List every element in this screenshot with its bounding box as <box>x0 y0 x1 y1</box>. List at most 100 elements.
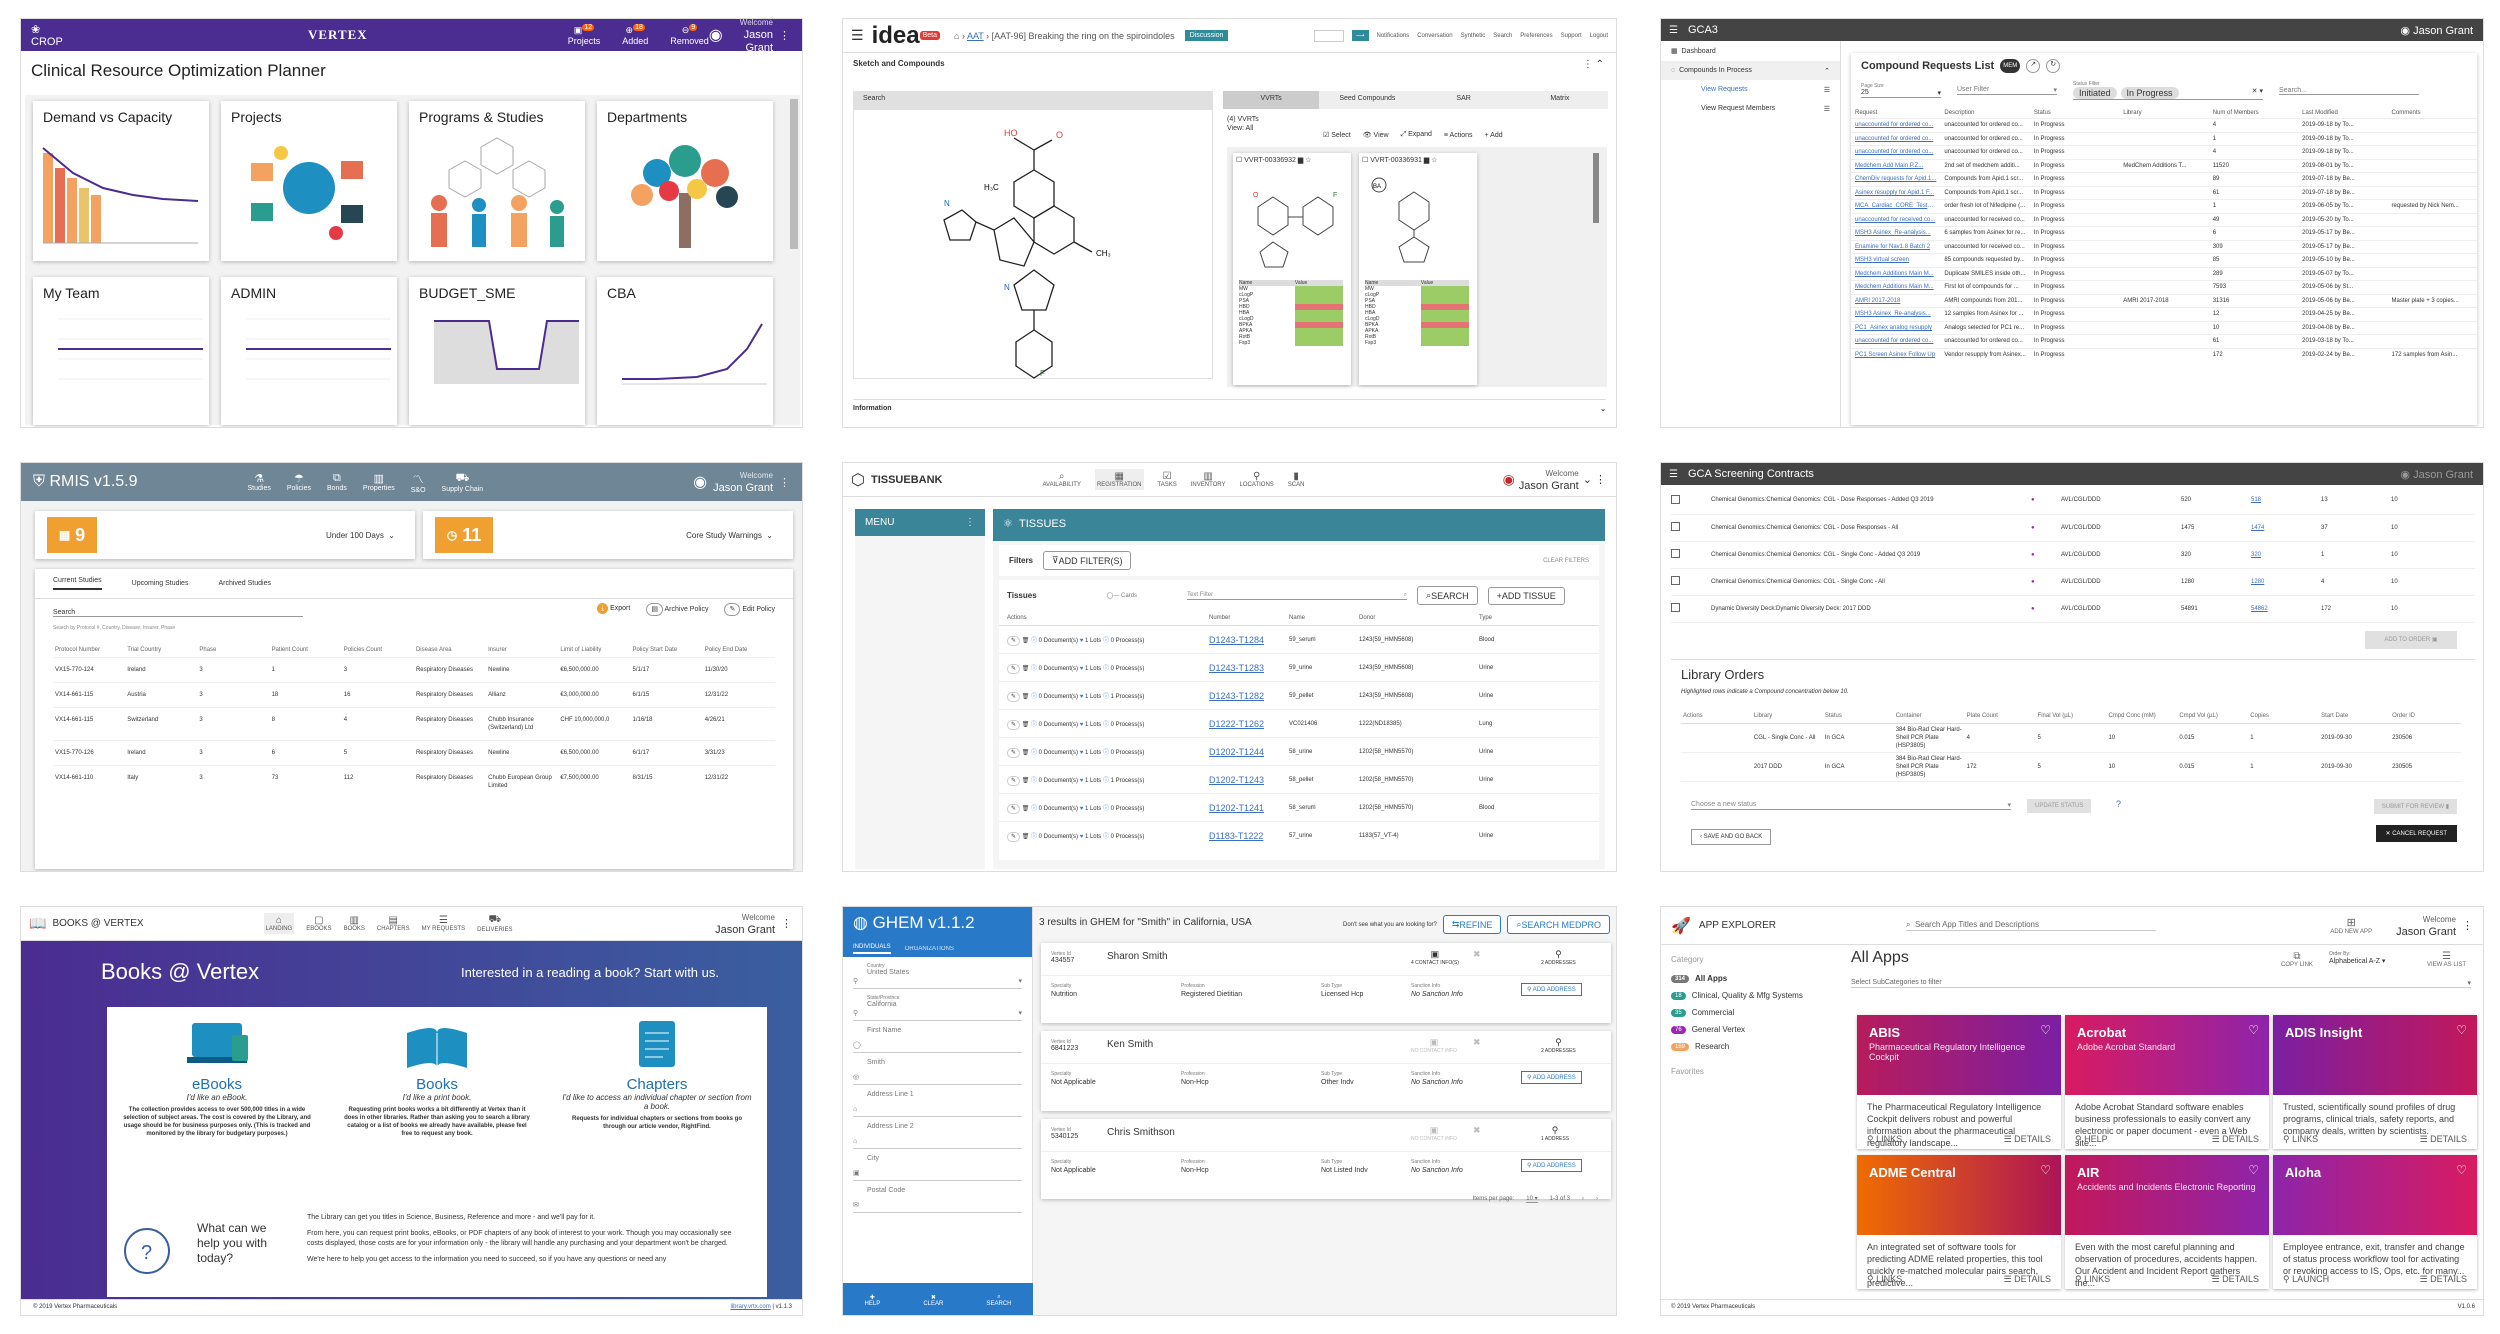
user-menu[interactable]: ◉ Jason Grant <box>2400 468 2473 481</box>
user-menu[interactable]: ◉ Welcome Jason Grant ⋮ <box>693 469 790 495</box>
scrollbar[interactable] <box>1593 153 1599 223</box>
search-field[interactable]: ◎ Smith <box>853 1059 1022 1085</box>
nav-locations[interactable]: ⚲ LOCATIONS <box>1240 471 1274 488</box>
add-filter-button[interactable]: ⊽ ADD FILTER(S) <box>1043 551 1132 570</box>
table-row[interactable]: ✎ 🗑 ⓘ 0 Document(s) ♥ 1 Lots ⓘ 0 Process… <box>999 737 1599 766</box>
delete-icon[interactable]: 🗑 <box>1022 834 1030 840</box>
go-button[interactable]: ⟶ <box>1351 30 1369 41</box>
kpi-select[interactable]: Core Study Warnings ⌄ <box>686 531 773 540</box>
nav-bonds[interactable]: ⧉ Bonds <box>327 472 347 492</box>
table-row[interactable]: PC1_Asinex analog resupply Analogs select… <box>1851 321 2477 335</box>
select-action[interactable]: ☑ Select <box>1323 131 1351 139</box>
compound-card-2[interactable]: ☐ VVRT-00336931 ▆ ☆ BA Name Value MW cLogP… <box>1359 153 1477 385</box>
column-header[interactable]: Order ID <box>2390 709 2461 724</box>
submit-for-review-button[interactable]: SUBMIT FOR REVIEW ▮ <box>2373 799 2457 814</box>
table-row[interactable]: Enamine for Nav1.8 Batch 2 unaccounted fo… <box>1851 240 2477 254</box>
table-row[interactable]: ✎ 🗑 ⓘ 0 Document(s) ♥ 1 Lots ⓘ 0 Process… <box>999 821 1599 850</box>
search-field[interactable]: ⌂ Address Line 1 <box>853 1091 1022 1117</box>
actions-menu[interactable]: ≡ Actions <box>1444 132 1473 139</box>
kpi-select[interactable]: Under 100 Days ⌄ <box>326 531 395 540</box>
menu-icon[interactable]: ☰ <box>1669 25 1678 36</box>
conversation-button[interactable]: Conversation <box>1417 33 1452 39</box>
tab-sar[interactable]: SAR <box>1416 91 1512 109</box>
help-icon[interactable]: ? <box>2116 799 2121 809</box>
search-tab[interactable]: Search <box>853 91 1213 109</box>
menu-header[interactable]: MENU ⋮ <box>855 509 985 536</box>
save-and-go-back-button[interactable]: ‹ SAVE AND GO BACK <box>1691 829 1772 845</box>
status-filter[interactable]: Status Filter Initiated In Progress ✕ ▾ <box>2073 81 2263 100</box>
edit-icon[interactable]: ✎ <box>1007 832 1021 843</box>
export-button[interactable]: ⤓ Export <box>597 603 630 614</box>
nav-availability[interactable]: ⌕ AVAILABILITY <box>1042 471 1080 488</box>
refine-button[interactable]: ⇆ REFINE <box>1442 915 1502 934</box>
delete-icon[interactable]: 🗑 <box>1022 722 1030 728</box>
logout-button[interactable]: Logout <box>1590 33 1608 39</box>
delete-icon[interactable]: 🗑 <box>1022 806 1030 812</box>
preferences-button[interactable]: Preferences <box>1520 33 1552 39</box>
nav-supplychain[interactable]: ⛟ Supply Chain <box>442 472 484 493</box>
user-menu[interactable]: Welcome Jason Grant ⋮ <box>2396 913 2473 939</box>
row-checkbox[interactable] <box>1671 494 1680 504</box>
tissue-number-link[interactable]: D1243-T1283 <box>1209 654 1289 682</box>
information-panel[interactable]: Information ⌄ <box>853 399 1606 417</box>
request-link[interactable]: AMRI 2017-2018 <box>1851 294 1940 308</box>
tab-seed-compounds[interactable]: Seed Compounds <box>1319 91 1415 109</box>
table-row[interactable]: ✎ 🗑 ⓘ 0 Document(s) ♥ 1 Lots ⓘ 1 Process… <box>999 681 1599 710</box>
table-row[interactable]: Dynamic Diversity Deck:Dynamic Diversity… <box>1671 595 2475 622</box>
column-header[interactable]: Cmpd Vol (µL) <box>2177 709 2248 724</box>
tab-matrix[interactable]: Matrix <box>1512 91 1608 109</box>
refresh-icon[interactable]: ↻ <box>2046 59 2061 73</box>
search-field[interactable]: ✉ Postal Code <box>853 1187 1022 1213</box>
table-row[interactable]: AMRI 2017-2018 AMRI compounds from 201...… <box>1851 294 2477 308</box>
app-tile[interactable]: ADME Central ♡ An integrated set of softwa… <box>1857 1155 2061 1289</box>
request-link[interactable]: unaccounted for received co... <box>1851 213 1940 227</box>
request-link[interactable]: ChemDiv requests for Apid.1... <box>1851 173 1940 187</box>
category-item[interactable]: 76 General Vertex <box>1671 1021 1831 1038</box>
edit-icon[interactable]: ✎ <box>1007 776 1021 786</box>
process-chip[interactable]: ⓘ <box>1103 638 1111 644</box>
user-menu[interactable]: ◉ Welcome Jason Grant ⋮ <box>709 19 790 55</box>
app-search-input[interactable]: ⌕ Search App Titles and Descriptions <box>1906 920 2156 931</box>
table-row[interactable]: Chemical Genomics:Chemical Genomics: CGL… <box>1671 487 2475 514</box>
support-button[interactable]: Support <box>1561 33 1582 39</box>
favorite-heart-icon[interactable]: ♡ <box>2456 1163 2467 1177</box>
column-header[interactable]: Library <box>2119 108 2208 119</box>
column-header[interactable]: Phase <box>197 643 269 658</box>
nav-my-requests[interactable]: ☰ MY REQUESTS <box>422 915 466 932</box>
count-link[interactable]: 1280 <box>2251 568 2321 595</box>
table-row[interactable]: MSH3 virtual screen 85 compounds requeste… <box>1851 253 2477 268</box>
documents-chip[interactable]: ⓘ <box>1031 834 1039 840</box>
tile-primary-action[interactable]: ⚲ LAUNCH <box>2283 1274 2329 1285</box>
table-row[interactable]: MSH3 Asinex_Re-analysis... 12 samples fro… <box>1851 307 2477 322</box>
menu-icon[interactable]: ☰ <box>1669 469 1678 480</box>
menu-icon[interactable]: ☰ <box>851 27 864 44</box>
cards-toggle[interactable]: ◯— Cards <box>1107 592 1137 599</box>
column-header[interactable]: Last Modified <box>2298 108 2387 119</box>
synthetic-button[interactable]: Synthetic <box>1461 33 1486 39</box>
column-header[interactable]: Insurer <box>486 643 558 658</box>
request-link[interactable]: Enamine for Nav1.8 Batch 2 <box>1851 240 1940 254</box>
delete-icon[interactable]: 🗑 <box>1022 778 1030 784</box>
option-chapters[interactable]: Chapters I'd like to access an individual… <box>547 1007 767 1144</box>
edit-policy-button[interactable]: ✎ Edit Policy <box>724 603 775 616</box>
tab-individuals[interactable]: INDIVIDUALS <box>853 944 891 954</box>
documents-chip[interactable]: ⓘ <box>1031 750 1039 756</box>
tile-details-button[interactable]: ☰ DETAILS <box>2420 1134 2467 1145</box>
category-item[interactable]: 314 All Apps <box>1671 970 1831 987</box>
favorite-heart-icon[interactable]: ♡ <box>2248 1023 2259 1037</box>
update-status-button[interactable]: UPDATE STATUS <box>2027 799 2092 813</box>
subcategory-select[interactable]: Select SubCategories to filter ▾ <box>1851 979 2471 988</box>
request-link[interactable]: unaccounted for ordered co... <box>1851 132 1940 146</box>
column-header[interactable]: Final Vol (µL) <box>2036 709 2107 724</box>
column-header[interactable]: Status <box>1823 709 1894 724</box>
tile-details-button[interactable]: ☰ DETAILS <box>2212 1134 2259 1145</box>
request-link[interactable]: PC1_Asinex analog resupply <box>1851 321 1940 335</box>
nav-policies[interactable]: ☂ Policies <box>287 472 311 492</box>
count-link[interactable]: 518 <box>2251 487 2321 514</box>
app-tile[interactable]: Aloha ♡ Employee entrance, exit, transfer … <box>2273 1155 2477 1289</box>
nav-so[interactable]: 〽 S&O <box>411 471 426 494</box>
nav-dashboard[interactable]: ▦ Dashboard <box>1661 41 1840 61</box>
nav-projects[interactable]: ▣ 12 Projects <box>568 24 600 46</box>
edit-icon[interactable]: ✎ <box>1007 804 1021 814</box>
table-row[interactable]: Medchem Additions Main M... Duplicate SMI… <box>1851 267 2477 281</box>
